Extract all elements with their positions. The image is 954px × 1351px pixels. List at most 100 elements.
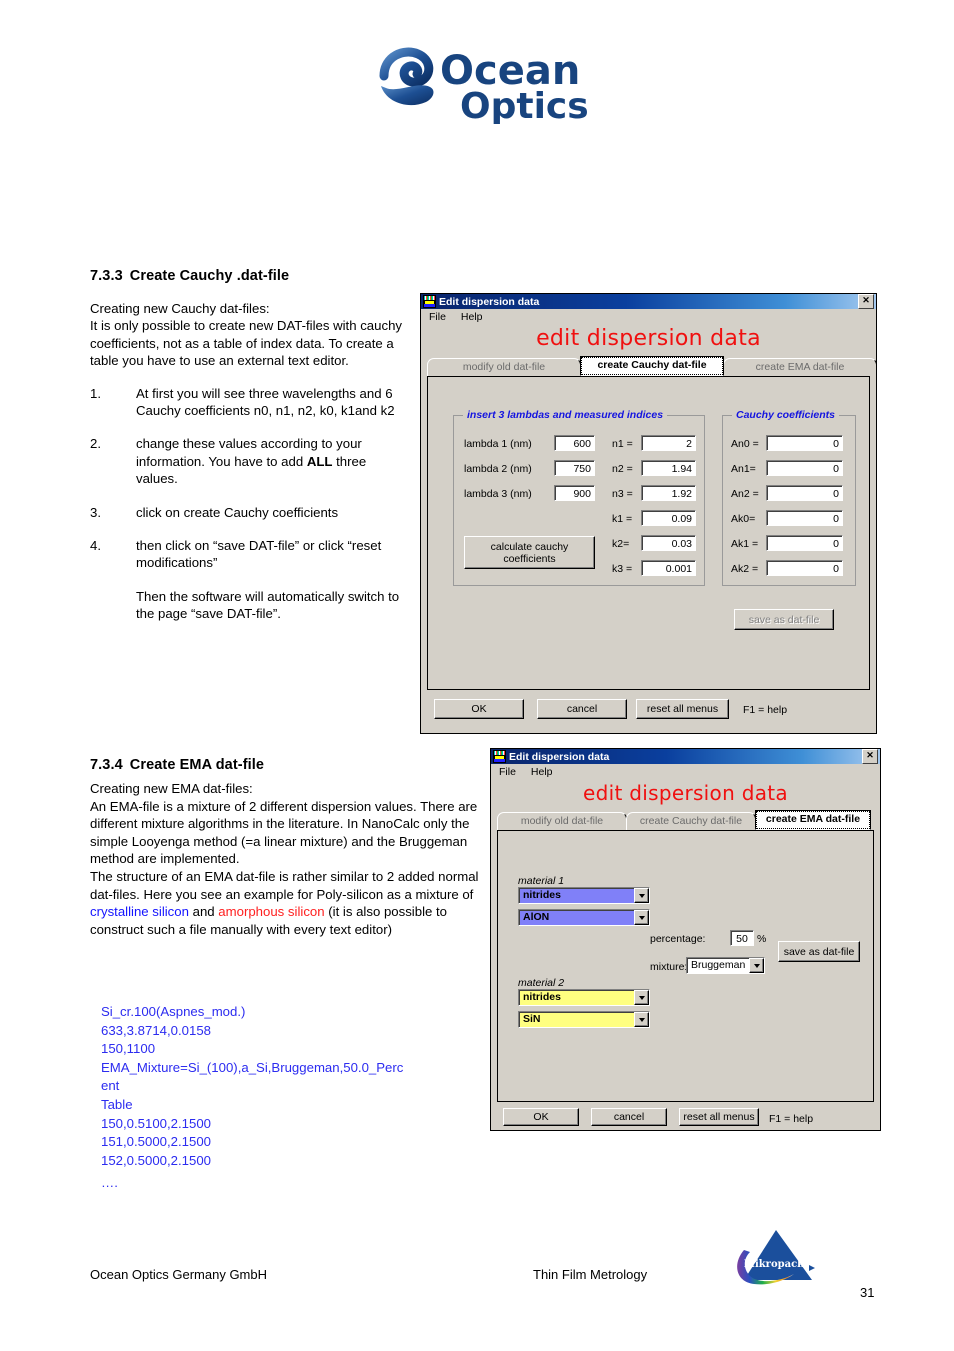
code-line: Table [101,1096,133,1112]
dialog-menubar[interactable]: File Help [421,309,876,324]
chevron-down-icon[interactable] [634,910,649,925]
label-k1: k1 = [612,513,633,525]
input-k2[interactable] [641,535,696,551]
section-number: 7.3.4 [90,757,123,773]
tab-bar[interactable]: modify old dat-file create Cauchy dat-fi… [491,810,880,830]
label-an1: An1= [731,463,756,475]
code-line: 152,0.5000,2.1500 [101,1152,212,1168]
tab-modify-old-dat-file[interactable]: modify old dat-file [497,812,627,830]
input-k3[interactable] [641,560,696,576]
input-ak1[interactable] [766,535,843,551]
dialog-title: Edit dispersion data [509,750,610,763]
material-1-label: material 1 [518,875,565,887]
material-2-category-select[interactable]: nitrides [518,989,650,1006]
save-as-dat-file-button[interactable]: save as dat-file [734,609,834,630]
label-n1: n1 = [612,438,633,450]
cancel-button[interactable]: cancel [537,699,627,719]
label-n3: n3 = [612,488,633,500]
label-n2: n2 = [612,463,633,475]
material-2-item-select[interactable]: SiN [518,1011,650,1028]
dialog-menubar[interactable]: File Help [491,764,880,779]
material-2-item-value: SiN [523,1013,541,1025]
material-1-category-select[interactable]: nitrides [518,887,650,904]
label-k2: k2= [612,538,630,550]
section2-para-a: Creating new EMA dat-files: An EMA-file … [90,781,478,867]
mikropack-wordmark: Mikropack [744,1259,805,1270]
input-n2[interactable] [641,460,696,476]
tab-modify-old-dat-file[interactable]: modify old dat-file [427,358,581,376]
section-7-3-3: 7.3.3 Create Cauchy .dat-file Creating ne… [90,268,410,623]
menu-item-help[interactable]: Help [531,766,553,778]
close-icon[interactable]: ✕ [862,749,878,764]
dialog-edit-dispersion-data-ema[interactable]: Edit dispersion data ✕ File Help edit di… [490,748,881,1131]
input-lambda-2[interactable] [554,460,595,476]
menu-item-help[interactable]: Help [461,311,483,323]
code-line: ent [101,1078,120,1094]
material-1-item-select[interactable]: AlON [518,909,650,926]
dialog-heading: edit dispersion data [536,326,761,351]
dialog-edit-dispersion-data-cauchy[interactable]: Edit dispersion data ✕ File Help edit di… [420,293,877,734]
section2-para-b: The structure of an EMA dat-file is rath… [90,868,490,938]
section-7-3-4: 7.3.4 Create EMA dat-file Creating new EM… [90,757,490,938]
list-item-emphasis: ALL [306,453,333,469]
ok-button[interactable]: OK [434,699,524,719]
list-item-text: click on create Cauchy coefficients [136,504,339,520]
tab-create-cauchy-dat-file[interactable]: create Cauchy dat-file [580,356,724,376]
group-legend: insert 3 lambdas and measured indices [463,409,668,421]
input-lambda-3[interactable] [554,485,595,501]
help-hint: F1 = help [769,1113,814,1125]
chevron-down-icon[interactable] [634,1012,649,1027]
section-heading-7-3-4: 7.3.4 Create EMA dat-file [90,757,490,773]
svg-text:Optics: Optics [460,86,589,124]
amorphous-silicon-link: amorphous silicon [218,904,325,920]
app-icon [493,750,506,763]
ok-button[interactable]: OK [503,1108,579,1126]
input-ak0[interactable] [766,510,843,526]
list-marker: 4. [90,538,101,554]
input-an2[interactable] [766,485,843,501]
chevron-down-icon[interactable] [634,888,649,903]
code-line: 151,0.5000,2.1500 [101,1134,212,1150]
chevron-down-icon[interactable] [749,958,764,973]
input-an0[interactable] [766,435,843,451]
input-n3[interactable] [641,485,696,501]
document-page: Ocean Optics 7.3.3 Create Cauchy .dat-fil… [0,0,954,1351]
reset-all-menus-button[interactable]: reset all menus [679,1108,759,1126]
percentage-input[interactable] [730,930,754,946]
app-icon [423,295,436,308]
reset-all-menus-button[interactable]: reset all menus [636,699,729,719]
label-ak2: Ak2 = [731,563,759,575]
save-as-dat-file-button[interactable]: save as dat-file [778,941,860,962]
input-ak2[interactable] [766,560,843,576]
cancel-button[interactable]: cancel [591,1108,667,1126]
section-number: 7.3.3 [90,268,123,284]
footer-company: Ocean Optics Germany GmbH [90,1267,267,1282]
code-line: 633,3.8714,0.0158 [101,1022,212,1038]
menu-item-file[interactable]: File [499,766,516,778]
dialog-button-row: OK cancel reset all menus F1 = help [421,690,876,724]
mixture-value: Bruggeman [691,959,746,971]
tab-create-ema-dat-file[interactable]: create EMA dat-file [755,810,871,830]
tab-panel-ema: material 1 nitrides AlON percentage: % m… [497,830,874,1102]
input-k1[interactable] [641,510,696,526]
close-icon[interactable]: ✕ [858,294,874,309]
menu-item-file[interactable]: File [429,311,446,323]
input-n1[interactable] [641,435,696,451]
section1-followup: Then the software will automatically swi… [136,588,400,622]
input-lambda-1[interactable] [554,435,595,451]
input-an1[interactable] [766,460,843,476]
chevron-down-icon[interactable] [634,990,649,1005]
code-line: 150,1100 [101,1041,156,1057]
list-item: 4. then click on “save DAT-file” or clic… [90,537,410,572]
list-marker: 1. [90,385,101,401]
tab-bar[interactable]: modify old dat-file create Cauchy dat-fi… [421,356,877,376]
calculate-cauchy-coefficients-button[interactable]: calculate cauchy coefficients [464,536,595,569]
tab-create-ema-dat-file[interactable]: create EMA dat-file [723,358,877,376]
mixture-select[interactable]: Bruggeman [686,957,765,974]
dialog-heading: edit dispersion data [583,781,788,805]
footer-subject: Thin Film Metrology [533,1267,648,1282]
tab-create-cauchy-dat-file[interactable]: create Cauchy dat-file [626,812,756,830]
percentage-unit: % [757,933,767,945]
group-legend: Cauchy coefficients [732,409,840,421]
section2-text-2: and [188,904,219,920]
